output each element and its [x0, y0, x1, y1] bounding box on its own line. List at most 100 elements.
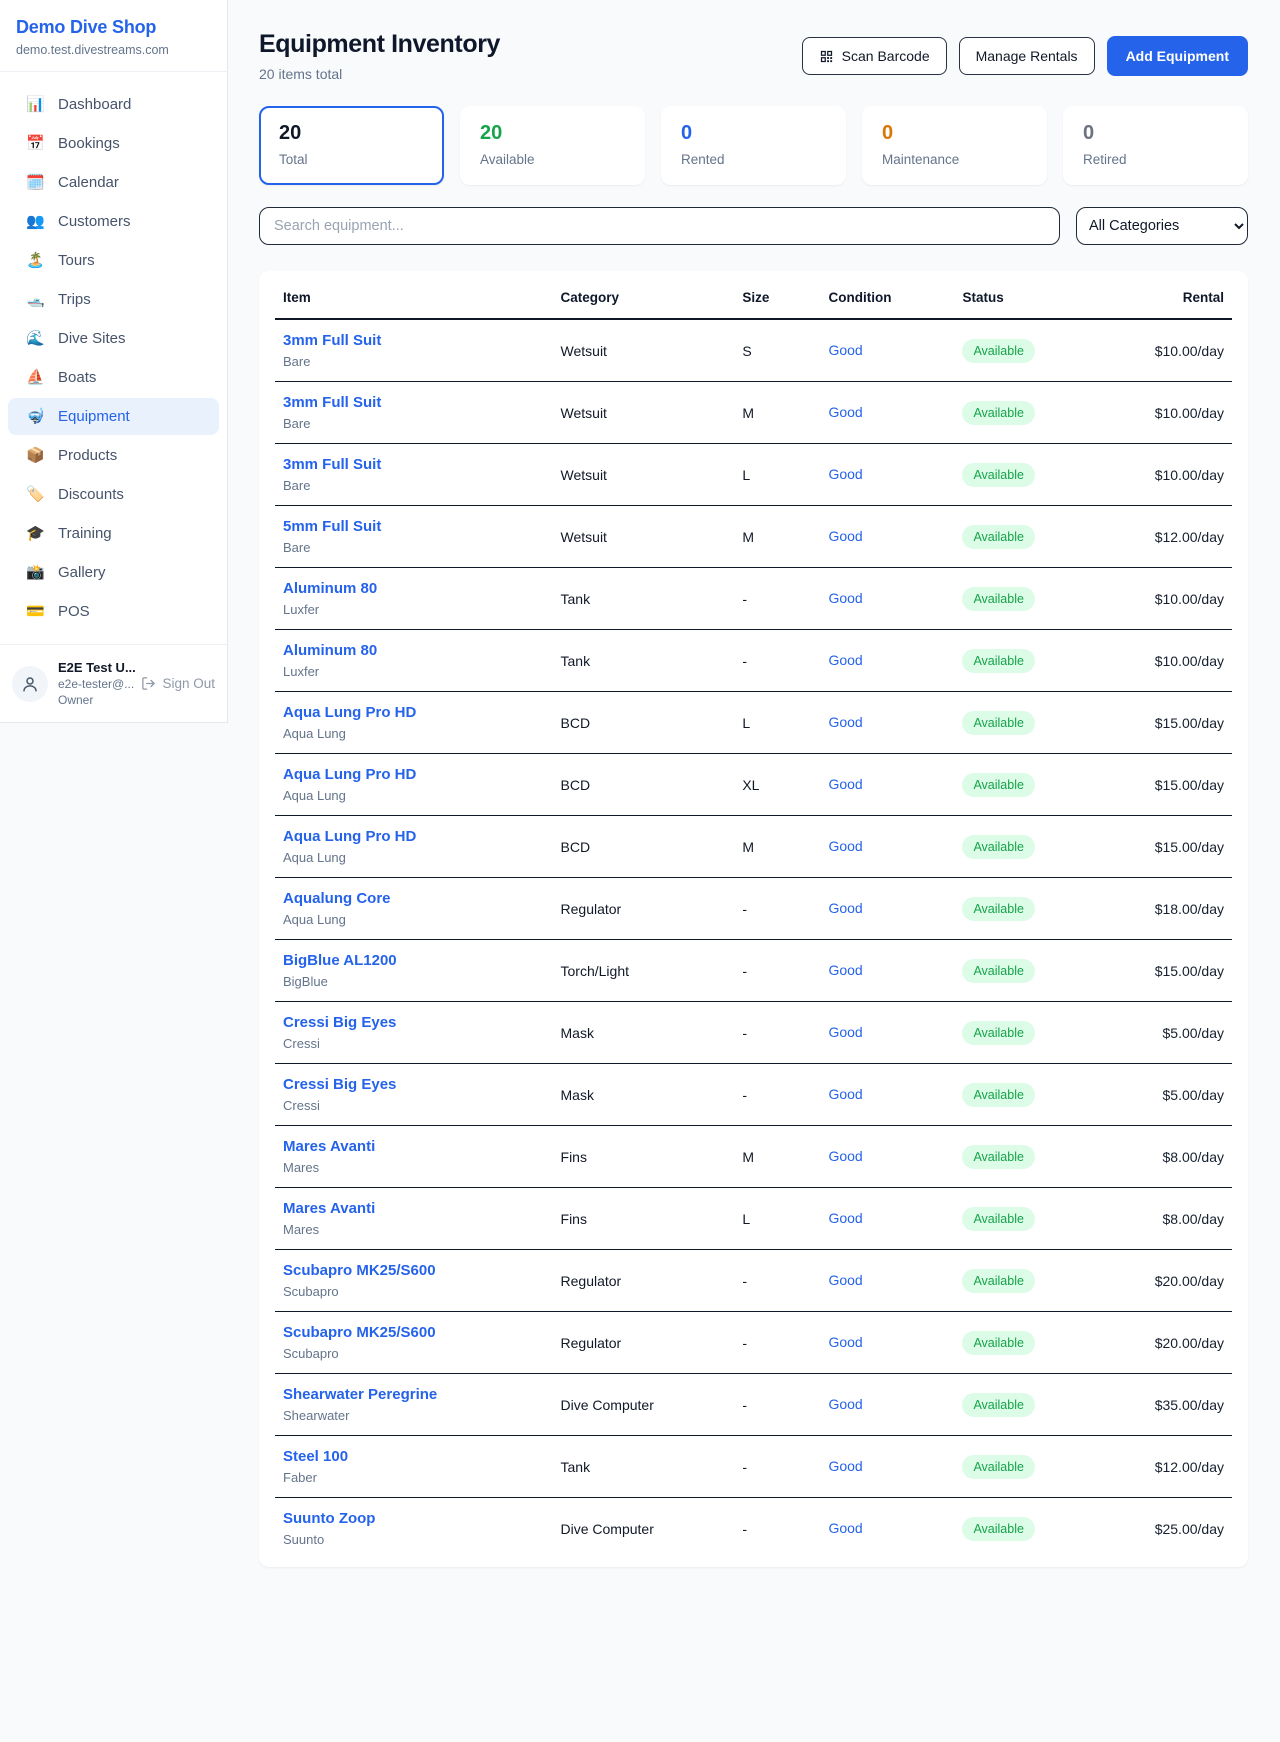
- item-name-link[interactable]: Aqua Lung Pro HD: [283, 766, 416, 783]
- sidebar-item-customers[interactable]: 👥Customers: [8, 203, 219, 240]
- stat-retired-label: Retired: [1083, 152, 1228, 167]
- item-category: BCD: [553, 816, 735, 878]
- stat-card-rented[interactable]: 0 Rented: [661, 106, 846, 185]
- condition-link[interactable]: Good: [828, 776, 862, 792]
- condition-link[interactable]: Good: [828, 1520, 862, 1536]
- condition-link[interactable]: Good: [828, 1458, 862, 1474]
- item-name-link[interactable]: Aqualung Core: [283, 890, 391, 907]
- item-name-link[interactable]: 3mm Full Suit: [283, 456, 381, 473]
- item-category: BCD: [553, 692, 735, 754]
- item-name-link[interactable]: 3mm Full Suit: [283, 332, 381, 349]
- condition-link[interactable]: Good: [828, 1148, 862, 1164]
- item-name-link[interactable]: Aluminum 80: [283, 642, 377, 659]
- manage-rentals-button[interactable]: Manage Rentals: [959, 37, 1095, 75]
- status-badge: Available: [962, 401, 1035, 425]
- condition-link[interactable]: Good: [828, 1272, 862, 1288]
- item-name-link[interactable]: Shearwater Peregrine: [283, 1386, 437, 1403]
- sidebar-item-training[interactable]: 🎓Training: [8, 515, 219, 552]
- item-name-link[interactable]: Cressi Big Eyes: [283, 1076, 396, 1093]
- condition-link[interactable]: Good: [828, 590, 862, 606]
- item-name-link[interactable]: Scubapro MK25/S600: [283, 1324, 436, 1341]
- item-name-link[interactable]: 5mm Full Suit: [283, 518, 381, 535]
- condition-link[interactable]: Good: [828, 466, 862, 482]
- sidebar-item-dive-sites[interactable]: 🌊Dive Sites: [8, 320, 219, 357]
- stat-retired-value: 0: [1083, 122, 1228, 145]
- customers-icon: 👥: [26, 214, 44, 229]
- item-name-link[interactable]: BigBlue AL1200: [283, 952, 397, 969]
- sidebar-item-gallery[interactable]: 📸Gallery: [8, 554, 219, 591]
- item-name-link[interactable]: Mares Avanti: [283, 1200, 375, 1217]
- sign-out-icon: [141, 676, 156, 691]
- scan-barcode-button[interactable]: Scan Barcode: [802, 37, 947, 75]
- item-brand: Aqua Lung: [283, 788, 545, 803]
- item-category: Wetsuit: [553, 382, 735, 444]
- add-equipment-button[interactable]: Add Equipment: [1107, 36, 1248, 76]
- category-select[interactable]: All Categories: [1076, 207, 1248, 245]
- sidebar-item-products[interactable]: 📦Products: [8, 437, 219, 474]
- condition-link[interactable]: Good: [828, 652, 862, 668]
- item-category: Tank: [553, 568, 735, 630]
- item-rental-price: $8.00/day: [1108, 1126, 1232, 1188]
- stat-card-total[interactable]: 20 Total: [259, 106, 444, 185]
- table-row: Aluminum 80LuxferTank-GoodAvailable$10.0…: [275, 630, 1232, 692]
- stat-card-maintenance[interactable]: 0 Maintenance: [862, 106, 1047, 185]
- condition-link[interactable]: Good: [828, 528, 862, 544]
- item-name-link[interactable]: 3mm Full Suit: [283, 394, 381, 411]
- status-badge: Available: [962, 959, 1035, 983]
- condition-link[interactable]: Good: [828, 1086, 862, 1102]
- item-name-link[interactable]: Aluminum 80: [283, 580, 377, 597]
- sidebar-item-equipment[interactable]: 🤿Equipment: [8, 398, 219, 435]
- condition-link[interactable]: Good: [828, 1334, 862, 1350]
- item-size: -: [734, 630, 820, 692]
- stat-maintenance-value: 0: [882, 122, 1027, 145]
- sidebar-item-pos[interactable]: 💳POS: [8, 593, 219, 630]
- item-rental-price: $15.00/day: [1108, 754, 1232, 816]
- item-size: -: [734, 568, 820, 630]
- status-badge: Available: [962, 1083, 1035, 1107]
- item-name-link[interactable]: Scubapro MK25/S600: [283, 1262, 436, 1279]
- page-header: Equipment Inventory 20 items total Scan …: [259, 30, 1248, 82]
- sidebar-item-bookings[interactable]: 📅Bookings: [8, 125, 219, 162]
- page-title: Equipment Inventory: [259, 30, 500, 59]
- sidebar-item-trips[interactable]: 🛥️Trips: [8, 281, 219, 318]
- item-size: -: [734, 1250, 820, 1312]
- sign-out-button[interactable]: Sign Out: [141, 676, 215, 691]
- item-brand: Shearwater: [283, 1408, 545, 1423]
- condition-link[interactable]: Good: [828, 962, 862, 978]
- search-input[interactable]: [259, 207, 1060, 245]
- condition-link[interactable]: Good: [828, 342, 862, 358]
- item-category: Wetsuit: [553, 319, 735, 382]
- condition-link[interactable]: Good: [828, 900, 862, 916]
- item-category: Fins: [553, 1126, 735, 1188]
- item-size: -: [734, 940, 820, 1002]
- condition-link[interactable]: Good: [828, 404, 862, 420]
- condition-link[interactable]: Good: [828, 1210, 862, 1226]
- item-name-link[interactable]: Steel 100: [283, 1448, 348, 1465]
- condition-link[interactable]: Good: [828, 1024, 862, 1040]
- sidebar-item-discounts[interactable]: 🏷️Discounts: [8, 476, 219, 513]
- item-name-link[interactable]: Aqua Lung Pro HD: [283, 828, 416, 845]
- status-badge: Available: [962, 1455, 1035, 1479]
- item-size: L: [734, 692, 820, 754]
- item-brand: Scubapro: [283, 1284, 545, 1299]
- condition-link[interactable]: Good: [828, 714, 862, 730]
- bookings-icon: 📅: [26, 136, 44, 151]
- header-actions: Scan Barcode Manage Rentals Add Equipmen…: [802, 36, 1248, 76]
- sidebar-item-tours[interactable]: 🏝️Tours: [8, 242, 219, 279]
- item-name-link[interactable]: Mares Avanti: [283, 1138, 375, 1155]
- item-brand: Aqua Lung: [283, 850, 545, 865]
- item-name-link[interactable]: Aqua Lung Pro HD: [283, 704, 416, 721]
- sidebar-item-calendar[interactable]: 🗓️Calendar: [8, 164, 219, 201]
- item-rental-price: $18.00/day: [1108, 878, 1232, 940]
- condition-link[interactable]: Good: [828, 1396, 862, 1412]
- item-name-link[interactable]: Suunto Zoop: [283, 1510, 375, 1527]
- sidebar-item-dashboard[interactable]: 📊Dashboard: [8, 86, 219, 123]
- item-name-link[interactable]: Cressi Big Eyes: [283, 1014, 396, 1031]
- sidebar-item-boats[interactable]: ⛵Boats: [8, 359, 219, 396]
- stat-card-retired[interactable]: 0 Retired: [1063, 106, 1248, 185]
- item-category: Dive Computer: [553, 1498, 735, 1560]
- stat-card-available[interactable]: 20 Available: [460, 106, 645, 185]
- user-name: E2E Test U...: [58, 660, 131, 675]
- table-row: Mares AvantiMaresFinsLGoodAvailable$8.00…: [275, 1188, 1232, 1250]
- condition-link[interactable]: Good: [828, 838, 862, 854]
